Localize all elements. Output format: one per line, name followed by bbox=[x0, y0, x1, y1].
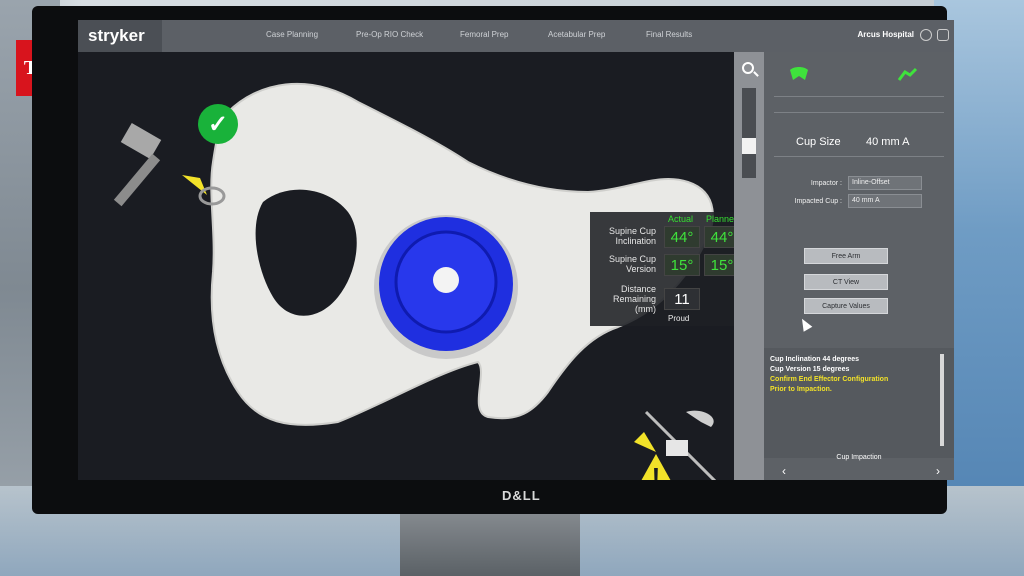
next-step-button[interactable]: › bbox=[936, 464, 940, 478]
tab-acetabular-prep[interactable]: Acetabular Prep bbox=[548, 30, 605, 39]
cup-size-label: Cup Size bbox=[796, 136, 841, 148]
tab-femoral-prep[interactable]: Femoral Prep bbox=[460, 30, 508, 39]
app-screen: stryker Case Planning Pre-Op RIO Check F… bbox=[78, 20, 954, 480]
hospital-name: Arcus Hospital bbox=[857, 30, 914, 39]
zoom-track[interactable] bbox=[742, 88, 756, 178]
robot-arm-icon[interactable] bbox=[896, 66, 918, 81]
cursor-icon bbox=[797, 316, 813, 332]
impactor-icon: ! bbox=[634, 410, 717, 480]
impacted-cup-label: Impacted Cup : bbox=[794, 198, 842, 205]
pelvis-3d-view[interactable]: ✓ ! Actual Planned Supine Cup Inclinatio… bbox=[78, 52, 740, 480]
impacted-cup-value: 40 mm A bbox=[848, 194, 922, 208]
free-arm-button[interactable]: Free Arm bbox=[804, 248, 888, 264]
panel-divider bbox=[774, 112, 944, 113]
message-log: Cup Inclination 44 degrees Cup Version 1… bbox=[764, 348, 954, 458]
distance-status: Proud bbox=[668, 314, 690, 323]
monitor-bezel: D&LL stryker Case Planning Pre-Op RIO Ch… bbox=[32, 6, 954, 514]
camera-icon[interactable] bbox=[937, 29, 949, 41]
tab-final-results[interactable]: Final Results bbox=[646, 30, 692, 39]
search-icon[interactable] bbox=[742, 62, 754, 74]
distance-value: 11 bbox=[664, 288, 700, 310]
gear-icon[interactable] bbox=[920, 29, 932, 41]
zoom-handle[interactable] bbox=[742, 138, 756, 154]
prev-step-button[interactable]: ‹ bbox=[782, 464, 786, 478]
actual-header: Actual bbox=[668, 214, 694, 224]
top-nav: stryker Case Planning Pre-Op RIO Check F… bbox=[78, 20, 954, 52]
impactor-label: Impactor : bbox=[810, 180, 842, 187]
tab-pre-op-rio-check[interactable]: Pre-Op RIO Check bbox=[356, 30, 423, 39]
panel-divider bbox=[774, 96, 944, 97]
right-panel: Cup Size 40 mm A Impactor : Inline-Offse… bbox=[764, 52, 954, 480]
zoom-strip bbox=[734, 52, 764, 480]
measurement-overlay: Actual Planned Supine Cup Inclination 44… bbox=[590, 212, 740, 326]
tab-case-planning[interactable]: Case Planning bbox=[266, 30, 318, 39]
message-scrollbar[interactable] bbox=[940, 354, 944, 446]
pelvis-icon[interactable] bbox=[788, 66, 810, 80]
distance-label: Distance Remaining (mm) bbox=[612, 284, 656, 314]
stryker-logo: stryker bbox=[78, 20, 162, 52]
message-line: Prior to Impaction. bbox=[770, 386, 832, 393]
message-line: Cup Version 15 degrees bbox=[770, 366, 850, 373]
message-line: Confirm End Effector Configuration bbox=[770, 376, 889, 383]
cup-center-marker bbox=[433, 267, 459, 293]
version-actual: 15° bbox=[664, 254, 700, 276]
cup-size-value: 40 mm A bbox=[866, 136, 910, 148]
monitor-brand: D&LL bbox=[502, 488, 541, 503]
version-label: Supine Cup Version bbox=[608, 254, 656, 274]
check-icon: ✓ bbox=[198, 104, 238, 144]
panel-divider bbox=[774, 156, 944, 157]
svg-text:!: ! bbox=[652, 462, 661, 480]
ct-view-button[interactable]: CT View bbox=[804, 274, 888, 290]
step-title: Cup Impaction bbox=[836, 454, 882, 461]
monitor-stand bbox=[400, 505, 580, 576]
inclination-actual: 44° bbox=[664, 226, 700, 248]
message-line: Cup Inclination 44 degrees bbox=[770, 356, 860, 363]
inclination-label: Supine Cup Inclination bbox=[608, 226, 656, 246]
impactor-value: Inline-Offset bbox=[848, 176, 922, 190]
capture-values-button[interactable]: Capture Values bbox=[804, 298, 888, 314]
